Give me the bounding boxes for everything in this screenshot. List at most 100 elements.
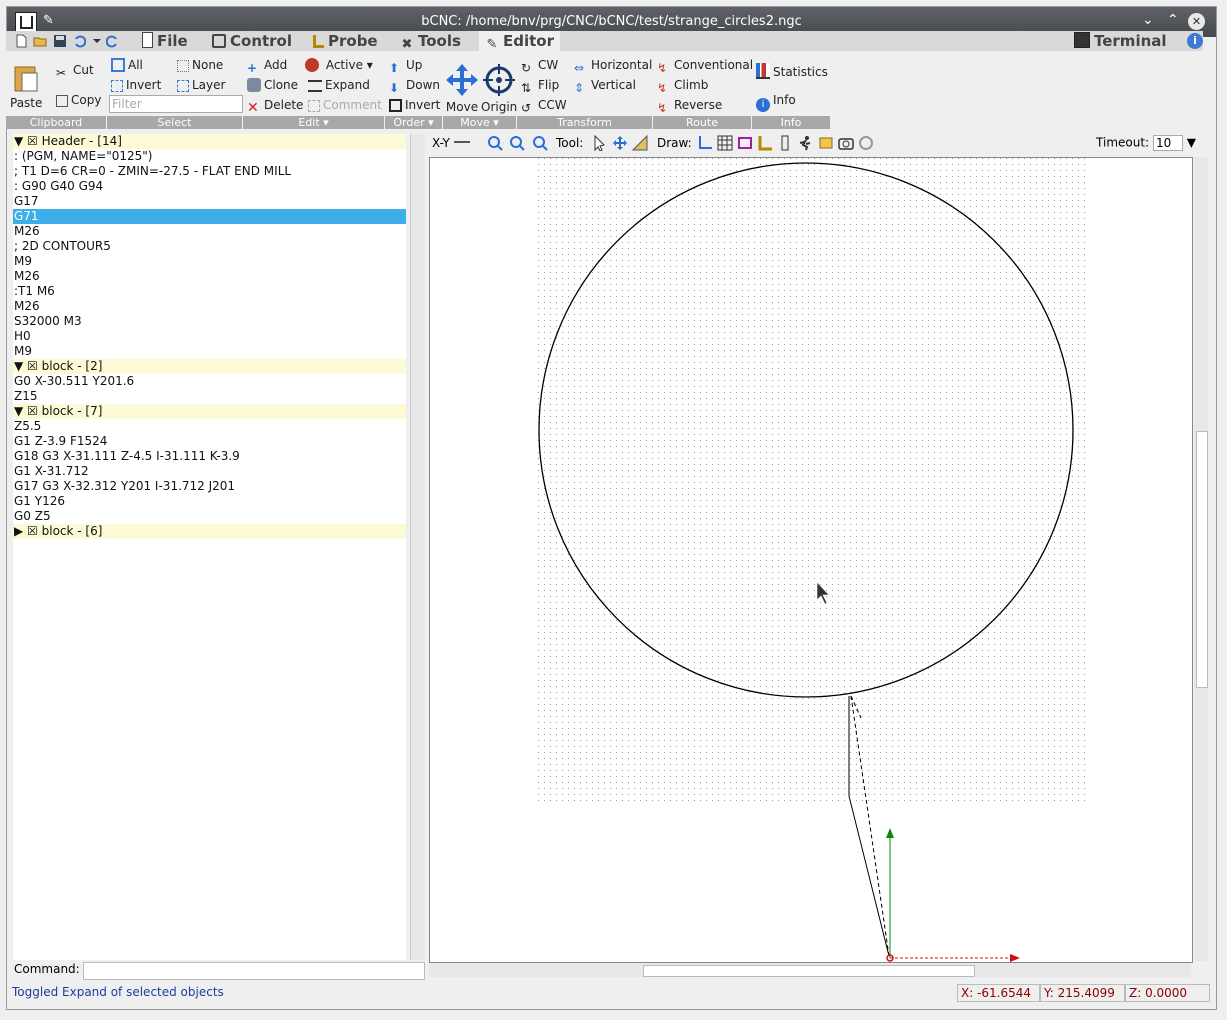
select-none-button[interactable]: None bbox=[177, 58, 223, 72]
pan-tool-icon[interactable] bbox=[612, 135, 628, 151]
undo-icon[interactable] bbox=[72, 34, 86, 48]
gcode-line-row[interactable]: : (PGM, NAME="0125") bbox=[13, 149, 406, 164]
camera-icon[interactable] bbox=[838, 135, 854, 151]
statistics-button[interactable]: Statistics bbox=[756, 63, 828, 79]
probe-draw-icon[interactable] bbox=[757, 135, 773, 151]
tab-file[interactable]: File bbox=[136, 31, 194, 51]
gcode-line-row[interactable]: :T1 M6 bbox=[13, 284, 406, 299]
command-input[interactable] bbox=[83, 962, 425, 980]
view-select[interactable]: X-Y bbox=[432, 136, 470, 150]
canvas-horizontal-scrollbar[interactable] bbox=[429, 963, 1191, 977]
gcode-line-row[interactable]: ; T1 D=6 CR=0 - ZMIN=-27.5 - FLAT END MI… bbox=[13, 164, 406, 179]
gcode-line-row[interactable]: G17 bbox=[13, 194, 406, 209]
workarea-icon[interactable] bbox=[777, 135, 793, 151]
selected-gcode-row[interactable]: G71 bbox=[13, 209, 406, 224]
canvas-horizontal-thumb[interactable] bbox=[643, 965, 975, 977]
tab-terminal[interactable]: Terminal bbox=[1068, 31, 1173, 51]
canvas-vertical-scrollbar[interactable] bbox=[1194, 157, 1208, 961]
tab-control[interactable]: Control bbox=[206, 31, 298, 51]
clone-button[interactable]: Clone bbox=[247, 78, 298, 92]
gcode-line-row[interactable]: M26 bbox=[13, 299, 406, 314]
order-caption[interactable]: Order ▾ bbox=[385, 116, 442, 129]
paste-button[interactable]: Paste bbox=[10, 63, 42, 110]
gcode-line-row[interactable]: ; 2D CONTOUR5 bbox=[13, 239, 406, 254]
expand-button[interactable]: Expand bbox=[308, 78, 370, 92]
gcode-line-row[interactable]: H0 bbox=[13, 329, 406, 344]
mirror-vertical-button[interactable]: ⇕ Vertical bbox=[574, 78, 636, 95]
close-icon[interactable]: ✕ bbox=[1188, 13, 1205, 30]
order-invert-button[interactable]: Invert bbox=[389, 98, 440, 112]
gcode-line-row[interactable]: G18 G3 X-31.111 Z-4.5 I-31.111 K-3.9 bbox=[13, 449, 406, 464]
gcode-line-row[interactable]: G1 Y126 bbox=[13, 494, 406, 509]
paths-icon[interactable] bbox=[818, 135, 834, 151]
move-button[interactable]: Move bbox=[445, 63, 479, 114]
help-icon[interactable]: i bbox=[1187, 33, 1203, 49]
zoom-out-icon[interactable] bbox=[509, 135, 525, 151]
canvas-vertical-thumb[interactable] bbox=[1196, 431, 1208, 688]
gcode-line-row[interactable]: G17 G3 X-32.312 Y201 I-31.712 J201 bbox=[13, 479, 406, 494]
tree-scrollbar[interactable] bbox=[410, 134, 425, 960]
cut-button[interactable]: ✂ Cut bbox=[56, 63, 94, 80]
gcode-line-row[interactable]: S32000 M3 bbox=[13, 314, 406, 329]
active-dropdown[interactable]: Active ▾ bbox=[305, 58, 373, 72]
margins-icon[interactable] bbox=[737, 135, 753, 151]
gcode-line-row[interactable]: G0 X-30.511 Y201.6 bbox=[13, 374, 406, 389]
maximize-icon[interactable]: ⌃ bbox=[1167, 12, 1179, 28]
comment-button[interactable]: Comment bbox=[308, 98, 382, 112]
gcode-line-row[interactable]: Z5.5 bbox=[13, 419, 406, 434]
tab-probe[interactable]: Probe bbox=[307, 31, 384, 51]
gcode-canvas[interactable] bbox=[429, 157, 1193, 963]
select-tool-icon[interactable] bbox=[592, 135, 608, 151]
gcode-line-row[interactable]: M26 bbox=[13, 269, 406, 284]
delete-button[interactable]: ✕ Delete bbox=[247, 98, 303, 116]
new-file-icon[interactable] bbox=[14, 34, 28, 48]
move-down-button[interactable]: ⬇ Down bbox=[389, 78, 440, 95]
mirror-horizontal-button[interactable]: ⇔ Horizontal bbox=[574, 58, 652, 75]
climb-button[interactable]: ↯ Climb bbox=[657, 78, 708, 95]
conventional-button[interactable]: ↯ Conventional bbox=[657, 58, 753, 75]
move-up-button[interactable]: ⬆ Up bbox=[389, 58, 422, 75]
rotate-ccw-button[interactable]: ↺ CCW bbox=[521, 98, 567, 115]
save-icon[interactable] bbox=[53, 34, 67, 48]
gcode-line-row[interactable]: G0 Z5 bbox=[13, 509, 406, 524]
timeout-dropdown-icon[interactable]: ▼ bbox=[1187, 136, 1196, 150]
info-button[interactable]: i Info bbox=[756, 93, 796, 112]
axes-icon[interactable] bbox=[697, 135, 713, 151]
gcode-line-row[interactable]: Z15 bbox=[13, 389, 406, 404]
tab-tools[interactable]: ✖ Tools bbox=[394, 31, 467, 52]
block-header-row[interactable]: ▼ ☒ block - [2] bbox=[13, 359, 406, 374]
zoom-fit-icon[interactable] bbox=[532, 135, 548, 151]
rapid-motion-icon[interactable] bbox=[797, 135, 813, 151]
tab-editor[interactable]: ✎ Editor bbox=[479, 31, 560, 52]
gcode-line-row[interactable]: M26 bbox=[13, 224, 406, 239]
redo-icon[interactable] bbox=[106, 34, 120, 48]
edit-caption[interactable]: Edit ▾ bbox=[243, 116, 384, 129]
add-button[interactable]: + Add bbox=[247, 58, 287, 75]
block-header-row[interactable]: ▶ ☒ block - [6] bbox=[13, 524, 406, 539]
gcode-line-row[interactable]: G1 Z-3.9 F1524 bbox=[13, 434, 406, 449]
flip-button[interactable]: ⇅ Flip bbox=[521, 78, 559, 95]
block-header-row[interactable]: ▼ ☒ block - [7] bbox=[13, 404, 406, 419]
select-invert-button[interactable]: Invert bbox=[111, 78, 161, 92]
rotate-cw-button[interactable]: ↻ CW bbox=[521, 58, 558, 75]
move-caption[interactable]: Move ▾ bbox=[443, 116, 516, 129]
gcode-line-row[interactable]: M9 bbox=[13, 344, 406, 359]
gcode-line-row[interactable]: M9 bbox=[13, 254, 406, 269]
select-all-button[interactable]: All bbox=[111, 58, 143, 72]
open-file-icon[interactable] bbox=[33, 34, 47, 48]
refresh-icon[interactable] bbox=[858, 135, 874, 151]
zoom-in-icon[interactable] bbox=[487, 135, 503, 151]
gcode-line-row[interactable]: : G90 G40 G94 bbox=[13, 179, 406, 194]
block-header-row[interactable]: ▼ ☒ Header - [14] bbox=[13, 134, 406, 149]
grid-icon[interactable] bbox=[717, 135, 733, 151]
gcode-tree[interactable]: ▼ ☒ Header - [14]: (PGM, NAME="0125"); T… bbox=[13, 134, 406, 960]
ruler-tool-icon[interactable] bbox=[632, 135, 648, 151]
select-layer-button[interactable]: Layer bbox=[177, 78, 225, 92]
undo-menu-chevron-icon[interactable] bbox=[90, 34, 104, 48]
origin-button[interactable]: Origin bbox=[481, 63, 517, 114]
minimize-icon[interactable]: ⌄ bbox=[1142, 12, 1154, 28]
timeout-spinbox[interactable]: 10 bbox=[1152, 135, 1183, 151]
filter-input[interactable]: Filter bbox=[109, 95, 243, 113]
reverse-button[interactable]: ↯ Reverse bbox=[657, 98, 722, 115]
copy-button[interactable]: Copy bbox=[56, 93, 101, 107]
